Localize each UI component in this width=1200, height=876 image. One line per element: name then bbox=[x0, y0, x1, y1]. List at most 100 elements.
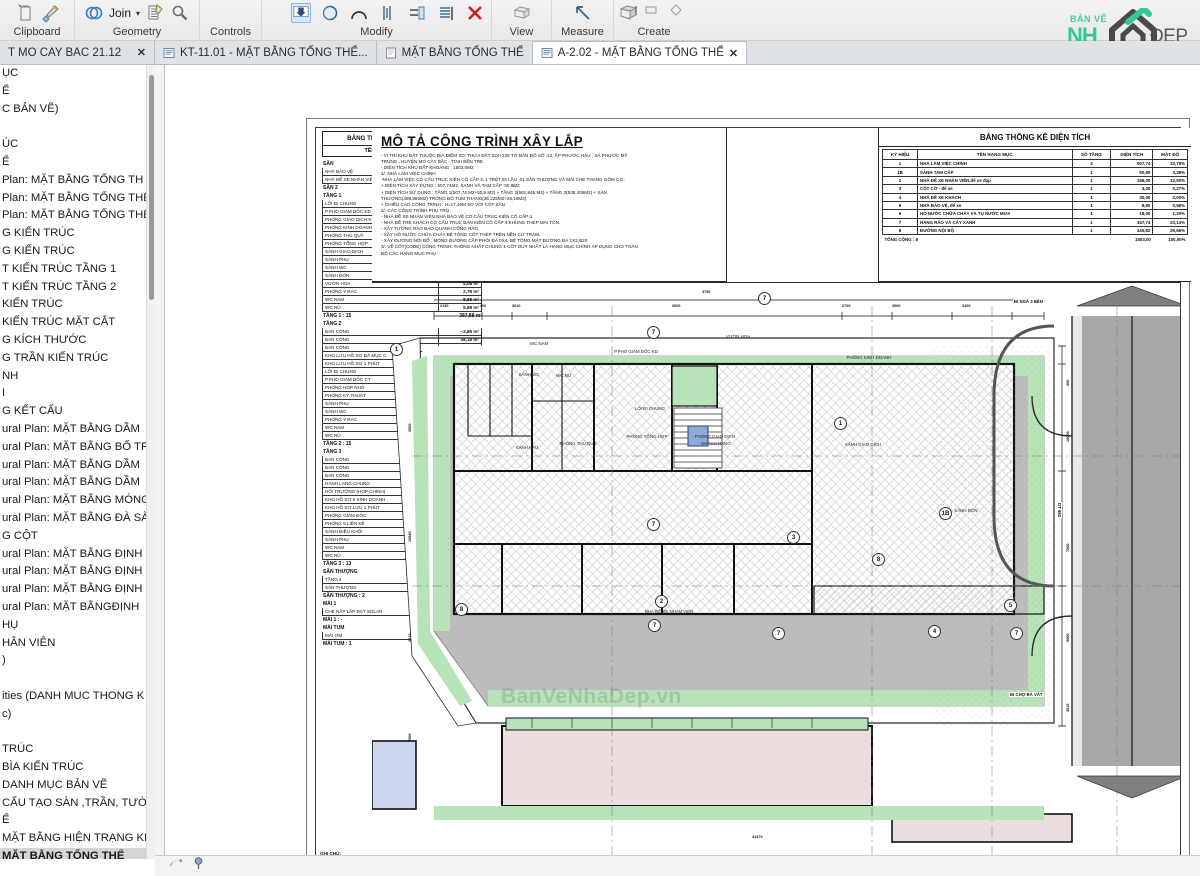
sidebar-item[interactable]: G KẾT CẤU bbox=[0, 403, 154, 421]
project-browser[interactable]: ỤC Ể C BẢN VẼ) ÚC Ể Plan: MẶT BẰNG TỔNG TH Pla… bbox=[0, 65, 155, 859]
grid-bubble[interactable]: 1B bbox=[939, 507, 952, 520]
sidebar-item[interactable]: HÂN VIÊN bbox=[0, 635, 154, 653]
sidebar-item-selected[interactable]: MẶT BẰNG TỔNG THỂ bbox=[0, 848, 154, 859]
close-icon[interactable]: ✕ bbox=[729, 47, 738, 60]
document-tab-bar: T MO CAY BAC 21.12 ✕ KT-11.01 - MẶT BẰNG T… bbox=[0, 41, 1200, 65]
tab-2[interactable]: MẶT BẰNG TỔNG THỂ bbox=[376, 41, 533, 64]
join-dropdown-label[interactable]: Join bbox=[109, 6, 131, 20]
sidebar-item[interactable]: ural Plan: MẶT BẰNG BỐ TR bbox=[0, 439, 154, 457]
tab-1[interactable]: KT-11.01 - MẶT BẰNG TỔNG THỂ... bbox=[155, 41, 377, 64]
sidebar-item[interactable]: ural Plan: MẶT BẰNGĐỊNH bbox=[0, 599, 154, 617]
sidebar-item[interactable]: Ể bbox=[0, 83, 154, 101]
sidebar-item[interactable]: ities (DANH MUC THONG K bbox=[0, 688, 154, 706]
sidebar-item[interactable]: T KIẾN TRÚC TẦNG 1 bbox=[0, 261, 154, 279]
grid-bubble[interactable]: 7 bbox=[648, 619, 661, 632]
cut-profile-icon[interactable] bbox=[145, 3, 165, 23]
sidebar-item[interactable] bbox=[0, 723, 154, 741]
sidebar-item[interactable] bbox=[0, 670, 154, 688]
cope-icon[interactable] bbox=[320, 3, 340, 23]
sidebar-item[interactable]: ural Plan: MẶT BẰNG MÓNG bbox=[0, 492, 154, 510]
join-icon[interactable] bbox=[84, 3, 104, 23]
sidebar-item[interactable]: ural Plan: MẶT BẰNG DẦM bbox=[0, 474, 154, 492]
grid-bubble[interactable]: 2 bbox=[655, 595, 668, 608]
sidebar-item[interactable]: G KÍCH THƯỚC bbox=[0, 332, 154, 350]
table-cell: 507,74 bbox=[1110, 158, 1154, 169]
measure-icon[interactable] bbox=[573, 3, 593, 23]
grid-bubble[interactable]: 7 bbox=[647, 326, 660, 339]
sidebar-item[interactable]: ural Plan: MẶT BẰNG ĐỊNH bbox=[0, 581, 154, 599]
sidebar-item[interactable]: NH bbox=[0, 368, 154, 386]
delete-icon[interactable] bbox=[465, 3, 485, 23]
create-group-icon[interactable] bbox=[619, 3, 639, 23]
pan-icon[interactable] bbox=[169, 857, 184, 875]
sidebar-item[interactable]: T KIẾN TRÚC TẦNG 2 bbox=[0, 279, 154, 297]
grid-bubble[interactable]: 7 bbox=[758, 292, 771, 305]
drawing-canvas[interactable]: BẢNG THỐNG KÊ DIỆN TÍCH PHÒNG TÊN PHÒNG … bbox=[165, 65, 1200, 855]
tab-3[interactable]: A-2.02 - MẶT BẰNG TỔNG THỂ ✕ bbox=[532, 41, 748, 64]
move-down-icon[interactable] bbox=[290, 3, 311, 23]
grid-bubble[interactable]: 5 bbox=[1004, 599, 1017, 612]
sidebar-item[interactable]: CẤU TẠO SÀN ,TRẦN, TƯỜI bbox=[0, 795, 154, 813]
sidebar-item-label: Ể bbox=[2, 155, 10, 168]
sidebar-item[interactable]: ural Plan: MẶT BẰNG DẦM bbox=[0, 421, 154, 439]
arc-icon[interactable] bbox=[349, 3, 369, 23]
chevron-down-icon[interactable]: ▾ bbox=[136, 9, 140, 18]
grid-bubble[interactable]: 1 bbox=[834, 417, 847, 430]
table-cell: 1 bbox=[881, 158, 919, 169]
sidebar-item[interactable]: TRÚC bbox=[0, 741, 154, 759]
sidebar-item[interactable]: I bbox=[0, 385, 154, 403]
sidebar-item[interactable]: ural Plan: MẶT BẰNG DẦM bbox=[0, 457, 154, 475]
description-line: BỘ CÁC HẠNG MỤC PHỤ bbox=[381, 250, 436, 256]
tab-0[interactable]: T MO CAY BAC 21.12 ✕ bbox=[0, 41, 155, 64]
grid-bubble[interactable]: 7 bbox=[1010, 627, 1023, 640]
sidebar-item[interactable]: Plan: MẶT BẰNG TỔNG THỂ bbox=[0, 190, 154, 208]
sidebar-item[interactable]: HỤ bbox=[0, 617, 154, 635]
sidebar-item[interactable]: Ể bbox=[0, 154, 154, 172]
grid-bubble[interactable]: 4 bbox=[928, 625, 941, 638]
view-box-icon[interactable] bbox=[512, 3, 532, 23]
sidebar-item[interactable]: ural Plan: MẶT BẰNG ĐÀ SÀ bbox=[0, 510, 154, 528]
join-geometry-icon[interactable] bbox=[436, 3, 456, 23]
sidebar-item[interactable]: MẶT BẰNG HIỆN TRẠNG KH bbox=[0, 830, 154, 848]
sidebar-item[interactable]: ural Plan: MẶT BẰNG ĐỊNH bbox=[0, 546, 154, 564]
grid-bubble[interactable]: 8 bbox=[455, 603, 468, 616]
site-plan-drawing[interactable]: VƯỜN HOA P.PHÓ GIÁM ĐỐC KD PHÒNG KINH DOAN… bbox=[372, 282, 1180, 855]
sidebar-item[interactable]: ỤC bbox=[0, 65, 154, 83]
sidebar-item[interactable]: KIẾN TRÚC MẶT CẮT bbox=[0, 314, 154, 332]
sidebar-item[interactable]: ) bbox=[0, 652, 154, 670]
format-painter-icon[interactable] bbox=[40, 3, 60, 23]
sidebar-item[interactable]: C BẢN VẼ) bbox=[0, 101, 154, 119]
paste-icon[interactable] bbox=[15, 3, 35, 23]
wireframe-icon[interactable] bbox=[170, 3, 190, 23]
grid-bubble[interactable]: 3 bbox=[787, 531, 800, 544]
sidebar-divider[interactable] bbox=[155, 65, 165, 876]
sidebar-item-label: I bbox=[2, 387, 6, 400]
sidebar-item[interactable]: c) bbox=[0, 706, 154, 724]
sidebar-item[interactable]: DANH MỤC BẢN VẼ bbox=[0, 777, 154, 795]
pin-icon[interactable] bbox=[193, 857, 204, 875]
sidebar-item[interactable]: BÌA KIẾN TRÚC bbox=[0, 759, 154, 777]
sidebar-item[interactable] bbox=[0, 118, 154, 136]
sidebar-item[interactable]: KIẾN TRÚC bbox=[0, 296, 154, 314]
sidebar-item[interactable]: G KIẾN TRÚC bbox=[0, 225, 154, 243]
align-icon[interactable] bbox=[378, 3, 398, 23]
sidebar-item[interactable]: ÚC bbox=[0, 136, 154, 154]
sidebar-item[interactable]: Plan: MẶT BẰNG TỔNG TH bbox=[0, 172, 154, 190]
sidebar-item[interactable]: G TRẦN KIẾN TRÚC bbox=[0, 350, 154, 368]
close-icon[interactable]: ✕ bbox=[137, 46, 146, 59]
table-cell: 1 bbox=[1071, 192, 1112, 202]
sidebar-item[interactable]: G CỘT bbox=[0, 528, 154, 546]
grid-bubble[interactable]: 7 bbox=[647, 518, 660, 531]
grid-bubble[interactable]: 1 bbox=[390, 343, 403, 356]
grid-bubble[interactable]: 8 bbox=[872, 553, 885, 566]
sidebar-scrollbar-thumb[interactable] bbox=[149, 75, 154, 300]
unjoin-icon[interactable] bbox=[407, 3, 427, 23]
sidebar-item[interactable]: ural Plan: MẶT BẰNG ĐỊNH bbox=[0, 563, 154, 581]
part-icon[interactable] bbox=[644, 3, 664, 23]
sidebar-scrollbar[interactable] bbox=[146, 65, 155, 859]
sidebar-item[interactable]: Ể bbox=[0, 812, 154, 830]
assembly-icon[interactable] bbox=[669, 3, 689, 23]
sidebar-item[interactable]: Plan: MẶT BẰNG TỔNG THỂ bbox=[0, 207, 154, 225]
sidebar-item[interactable]: G KIẾN TRÚC bbox=[0, 243, 154, 261]
grid-bubble[interactable]: 7 bbox=[772, 627, 785, 640]
